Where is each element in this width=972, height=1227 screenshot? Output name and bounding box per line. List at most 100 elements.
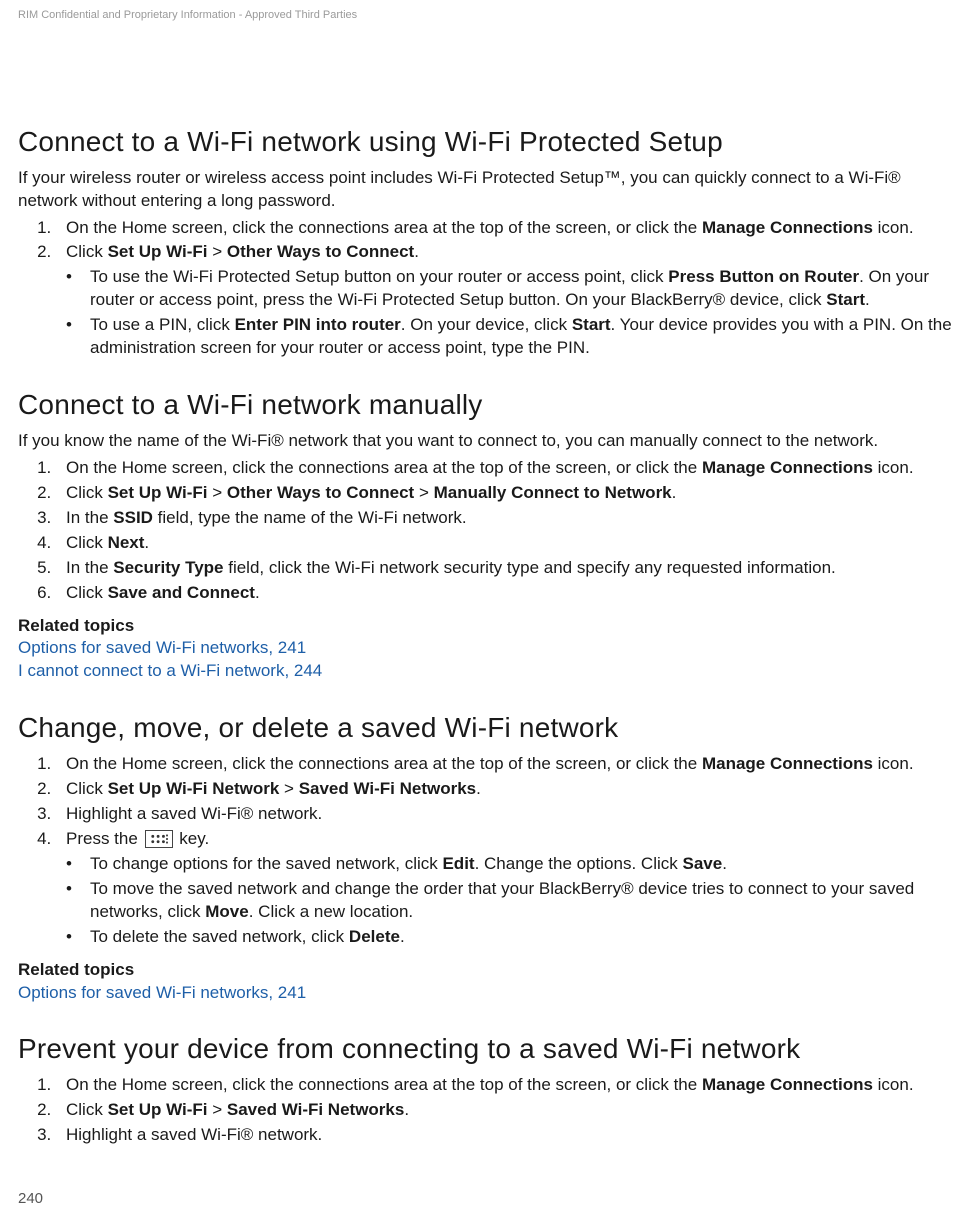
- text: field, type the name of the Wi-Fi networ…: [153, 508, 467, 527]
- text: To delete the saved network, click: [90, 927, 349, 946]
- text: On the Home screen, click the connection…: [66, 218, 702, 237]
- step-4: Press the key.: [56, 828, 954, 851]
- bold-text: Security Type: [113, 558, 223, 577]
- text: icon.: [873, 218, 914, 237]
- text: Click: [66, 533, 108, 552]
- bold-text: Start: [572, 315, 611, 334]
- section-prevent: Prevent your device from connecting to a…: [18, 1030, 954, 1147]
- related-link-options[interactable]: Options for saved Wi-Fi networks, 241: [18, 982, 954, 1005]
- bold-text: Delete: [349, 927, 400, 946]
- bold-text: Enter PIN into router: [235, 315, 401, 334]
- text: .: [722, 854, 727, 873]
- text: In the: [66, 558, 113, 577]
- bold-text: Manage Connections: [702, 1075, 873, 1094]
- bold-text: Set Up Wi-Fi: [108, 1100, 208, 1119]
- text: .: [404, 1100, 409, 1119]
- bold-text: Other Ways to Connect: [227, 483, 414, 502]
- bullet-2: To use a PIN, click Enter PIN into route…: [66, 314, 954, 360]
- text: >: [414, 483, 433, 502]
- step-3: In the SSID field, type the name of the …: [56, 507, 954, 530]
- step-2: Click Set Up Wi-Fi > Other Ways to Conne…: [56, 241, 954, 264]
- menu-key-icon: [145, 830, 173, 848]
- intro-wps: If your wireless router or wireless acce…: [18, 167, 954, 213]
- bullets-change-saved: To change options for the saved network,…: [66, 853, 954, 949]
- bold-text: Move: [205, 902, 248, 921]
- related-heading: Related topics: [18, 959, 954, 982]
- text: >: [279, 779, 298, 798]
- bold-text: Manage Connections: [702, 754, 873, 773]
- heading-manual: Connect to a Wi-Fi network manually: [18, 386, 954, 424]
- steps-prevent: On the Home screen, click the connection…: [40, 1074, 954, 1147]
- bold-text: Press Button on Router: [668, 267, 859, 286]
- text: . Change the options. Click: [475, 854, 683, 873]
- text: To use the Wi-Fi Protected Setup button …: [90, 267, 668, 286]
- bold-text: Manage Connections: [702, 458, 873, 477]
- text: Click: [66, 242, 108, 261]
- step-1: On the Home screen, click the connection…: [56, 753, 954, 776]
- text: On the Home screen, click the connection…: [66, 458, 702, 477]
- text: .: [476, 779, 481, 798]
- bold-text: Saved Wi-Fi Networks: [299, 779, 476, 798]
- step-2: Click Set Up Wi-Fi > Other Ways to Conne…: [56, 482, 954, 505]
- text: To use a PIN, click: [90, 315, 235, 334]
- text: key.: [175, 829, 210, 848]
- text: >: [208, 242, 227, 261]
- steps-wps: On the Home screen, click the connection…: [40, 217, 954, 265]
- bullet-move: To move the saved network and change the…: [66, 878, 954, 924]
- step-1: On the Home screen, click the connection…: [56, 1074, 954, 1097]
- text: Click: [66, 583, 108, 602]
- bold-text: SSID: [113, 508, 153, 527]
- heading-prevent: Prevent your device from connecting to a…: [18, 1030, 954, 1068]
- text: .: [255, 583, 260, 602]
- page-number: 240: [18, 1189, 43, 1209]
- text: >: [208, 1100, 227, 1119]
- bold-text: Manage Connections: [702, 218, 873, 237]
- step-5: In the Security Type field, click the Wi…: [56, 557, 954, 580]
- related-heading: Related topics: [18, 615, 954, 638]
- text: To change options for the saved network,…: [90, 854, 442, 873]
- step-1: On the Home screen, click the connection…: [56, 457, 954, 480]
- bullet-delete: To delete the saved network, click Delet…: [66, 926, 954, 949]
- step-3: Highlight a saved Wi-Fi® network.: [56, 1124, 954, 1147]
- text: .: [672, 483, 677, 502]
- related-link-cannot-connect[interactable]: I cannot connect to a Wi-Fi network, 244: [18, 660, 954, 683]
- bold-text: Start: [826, 290, 865, 309]
- heading-wps: Connect to a Wi-Fi network using Wi-Fi P…: [18, 123, 954, 161]
- text: . On your device, click: [401, 315, 572, 334]
- text: Click: [66, 1100, 108, 1119]
- text: Click: [66, 779, 108, 798]
- bold-text: Manually Connect to Network: [434, 483, 672, 502]
- heading-change-saved: Change, move, or delete a saved Wi-Fi ne…: [18, 709, 954, 747]
- bold-text: Save: [682, 854, 722, 873]
- section-wps: Connect to a Wi-Fi network using Wi-Fi P…: [18, 123, 954, 360]
- text: .: [865, 290, 870, 309]
- bold-text: Next: [108, 533, 145, 552]
- bold-text: Saved Wi-Fi Networks: [227, 1100, 404, 1119]
- text: >: [208, 483, 227, 502]
- bold-text: Save and Connect: [108, 583, 255, 602]
- text: icon.: [873, 754, 914, 773]
- text: Click: [66, 483, 108, 502]
- bold-text: Edit: [442, 854, 474, 873]
- step-3: Highlight a saved Wi-Fi® network.: [56, 803, 954, 826]
- section-change-saved: Change, move, or delete a saved Wi-Fi ne…: [18, 709, 954, 1004]
- related-link-options[interactable]: Options for saved Wi-Fi networks, 241: [18, 637, 954, 660]
- text: In the: [66, 508, 113, 527]
- text: . Click a new location.: [249, 902, 413, 921]
- text: .: [414, 242, 419, 261]
- bold-text: Set Up Wi-Fi Network: [108, 779, 280, 798]
- text: Press the: [66, 829, 143, 848]
- section-manual: Connect to a Wi-Fi network manually If y…: [18, 386, 954, 683]
- text: icon.: [873, 458, 914, 477]
- step-4: Click Next.: [56, 532, 954, 555]
- text: On the Home screen, click the connection…: [66, 754, 702, 773]
- text: On the Home screen, click the connection…: [66, 1075, 702, 1094]
- bold-text: Set Up Wi-Fi: [108, 483, 208, 502]
- text: icon.: [873, 1075, 914, 1094]
- text: .: [144, 533, 149, 552]
- header-confidential: RIM Confidential and Proprietary Informa…: [18, 8, 954, 23]
- bold-text: Other Ways to Connect: [227, 242, 414, 261]
- steps-change-saved: On the Home screen, click the connection…: [40, 753, 954, 851]
- bullet-edit: To change options for the saved network,…: [66, 853, 954, 876]
- bullet-1: To use the Wi-Fi Protected Setup button …: [66, 266, 954, 312]
